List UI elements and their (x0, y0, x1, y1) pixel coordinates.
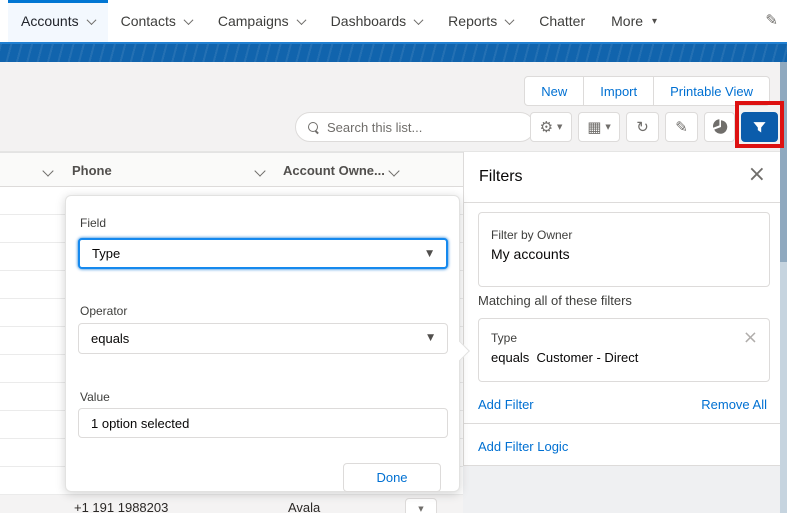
field-select-value: Type (92, 246, 121, 261)
triangle-down-icon: ▾ (652, 15, 658, 27)
pie-chart-icon (712, 119, 727, 134)
triangle-down-icon: ▼ (605, 123, 611, 131)
inline-edit-button[interactable]: ✎ (665, 112, 698, 142)
filters-panel-header: Filters × (464, 152, 780, 203)
column-menu-chevron-icon[interactable] (254, 165, 266, 177)
chevron-down-icon[interactable] (86, 14, 97, 25)
cell-phone: +1 191 1988203 (74, 500, 169, 513)
triangle-down-icon: ▼ (557, 123, 563, 131)
done-button[interactable]: Done (343, 463, 441, 492)
select-arrow-icon: ▼ (426, 249, 433, 259)
remove-filter-x-icon[interactable]: × (743, 327, 758, 348)
list-search-box[interactable] (295, 112, 535, 142)
accounts-list-page: Accounts Contacts Campaigns Dashboards R… (0, 0, 787, 513)
cell-account-owner: Avala (288, 500, 321, 513)
value-input-text: 1 option selected (91, 415, 190, 431)
value-input[interactable]: 1 option selected (78, 408, 448, 438)
refresh-icon: ↻ (636, 117, 649, 136)
tab-reports[interactable]: Reports (435, 0, 526, 42)
tab-chatter[interactable]: Chatter (526, 0, 598, 42)
filter-item-field: Type (491, 331, 518, 345)
search-icon (308, 121, 319, 133)
refresh-button[interactable]: ↻ (626, 112, 659, 142)
remove-all-link[interactable]: Remove All (701, 397, 767, 412)
chevron-down-icon[interactable] (183, 14, 194, 25)
edit-filter-popup: Field Type ▼ Operator equals ▼ Value 1 o… (65, 195, 470, 492)
list-settings-button[interactable]: ⚙ ▼ (530, 112, 572, 142)
operator-select-value: equals (91, 331, 130, 346)
tab-contacts[interactable]: Contacts (108, 0, 205, 42)
table-header-row: Phone Account Owne... (0, 152, 463, 187)
tab-accounts[interactable]: Accounts (8, 0, 108, 42)
matching-filters-label: Matching all of these filters (478, 293, 632, 308)
filter-funnel-icon (753, 121, 766, 132)
close-icon[interactable]: × (748, 162, 766, 187)
table-grid-icon: ▦ (587, 117, 602, 136)
filter-item-type[interactable]: Type equals Customer - Direct × (478, 318, 770, 382)
filters-panel: Filters × Filter by Owner My accounts Ma… (463, 152, 780, 466)
panel-divider (464, 423, 780, 424)
list-view-controls: ⚙ ▼ ▦ ▼ ↻ ✎ (530, 112, 778, 142)
column-header-phone[interactable]: Phone (72, 163, 112, 178)
tab-more[interactable]: More ▾ (598, 0, 670, 42)
row-actions-button[interactable]: ▼ (405, 498, 437, 513)
chevron-down-icon[interactable] (504, 14, 515, 25)
table-row[interactable]: +1 191 1988203 Avala ▼ (0, 495, 463, 513)
column-header-account-owner[interactable]: Account Owne... (283, 163, 385, 178)
tab-accounts-label: Accounts (21, 13, 79, 29)
tab-more-label: More (611, 13, 644, 29)
chevron-down-icon[interactable] (296, 14, 307, 25)
display-as-button[interactable]: ▦ ▼ (578, 112, 620, 142)
value-label: Value (80, 390, 110, 404)
add-filter-logic-link[interactable]: Add Filter Logic (478, 439, 568, 454)
page-header-band (0, 42, 787, 62)
tab-dashboards-label: Dashboards (330, 13, 407, 29)
printable-view-button[interactable]: Printable View (654, 76, 770, 106)
import-button[interactable]: Import (584, 76, 655, 106)
vertical-scrollbar[interactable] (780, 62, 787, 513)
column-menu-chevron-icon[interactable] (388, 165, 400, 177)
new-button[interactable]: New (524, 76, 585, 106)
filter-by-owner-value: My accounts (491, 246, 570, 262)
gear-icon: ⚙ (539, 117, 554, 136)
operator-select[interactable]: equals ▼ (78, 323, 448, 354)
chevron-down-icon[interactable] (413, 14, 424, 25)
tab-campaigns-label: Campaigns (217, 13, 289, 29)
app-nav-bar: Accounts Contacts Campaigns Dashboards R… (0, 0, 787, 42)
field-select[interactable]: Type ▼ (78, 238, 448, 269)
tab-dashboards[interactable]: Dashboards (318, 0, 436, 42)
filter-by-owner-card[interactable]: Filter by Owner My accounts (478, 212, 770, 287)
column-menu-chevron-icon[interactable] (42, 165, 54, 177)
charts-button[interactable] (704, 112, 735, 142)
tab-reports-label: Reports (448, 13, 498, 29)
scrollbar-thumb[interactable] (780, 62, 787, 262)
select-arrow-icon: ▼ (427, 333, 434, 343)
add-filter-link[interactable]: Add Filter (478, 397, 534, 412)
filters-button[interactable] (741, 112, 778, 142)
tab-contacts-label: Contacts (120, 13, 176, 29)
filters-panel-title: Filters (479, 168, 523, 185)
tab-chatter-label: Chatter (539, 13, 586, 29)
search-input[interactable] (327, 119, 522, 135)
edit-nav-pencil-icon[interactable]: ✎ (765, 11, 778, 29)
panel-background-area (463, 466, 780, 513)
list-action-buttons: New Import Printable View (524, 76, 770, 106)
operator-label: Operator (80, 304, 128, 318)
filter-by-owner-label: Filter by Owner (491, 228, 573, 242)
tab-campaigns[interactable]: Campaigns (205, 0, 318, 42)
filter-item-condition: equals Customer - Direct (491, 350, 639, 365)
pencil-icon: ✎ (675, 117, 688, 136)
field-label: Field (80, 216, 107, 230)
